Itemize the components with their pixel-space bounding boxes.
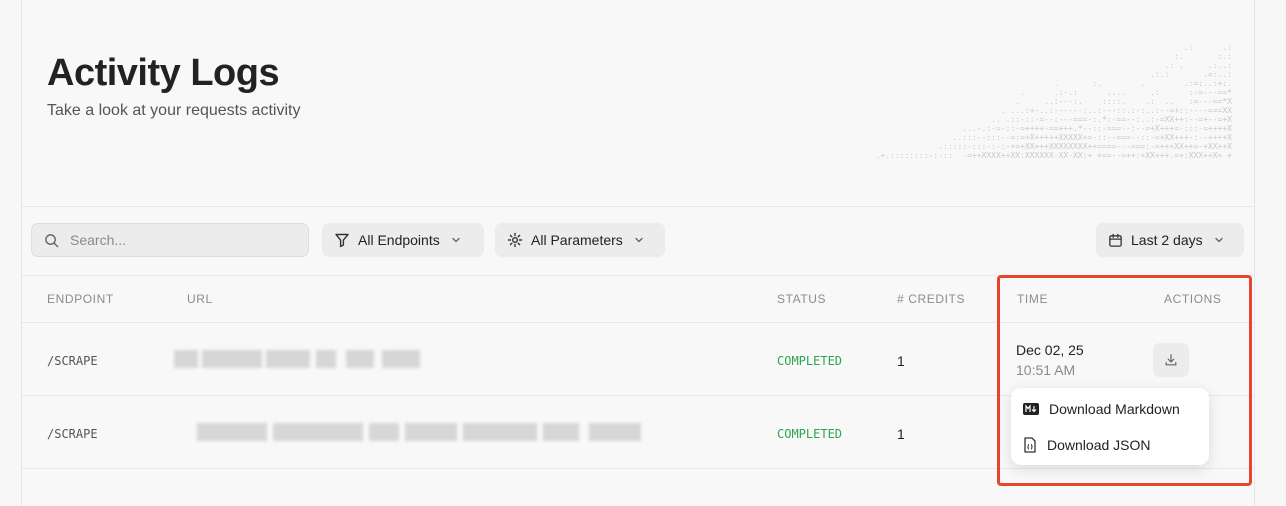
redacted-url [197,423,642,441]
column-header-status: STATUS [777,292,827,306]
chevron-down-icon [452,237,460,243]
page-title: Activity Logs [47,52,280,94]
search-input[interactable] [68,231,292,249]
parameters-filter-button[interactable]: All Parameters [495,223,665,257]
date-range-button[interactable]: Last 2 days [1096,223,1244,257]
redacted-url [174,350,424,368]
highlight-annotation-box [997,275,1252,486]
gear-icon [507,232,523,248]
column-header-endpoint: ENDPOINT [47,292,114,306]
credits-cell: 1 [897,426,905,442]
endpoint-cell: /SCRAPE [47,427,98,441]
search-icon [45,233,59,247]
date-range-label: Last 2 days [1131,232,1203,248]
parameters-filter-label: All Parameters [531,232,623,248]
search-box[interactable] [31,223,309,257]
filter-icon [335,233,349,248]
ascii-art-decoration: .: .: :. :.: .: . .:..: .:.: .=:..: .:.… [875,43,1232,160]
status-badge: COMPLETED [777,427,843,441]
status-badge: COMPLETED [777,354,843,368]
chevron-down-icon [635,237,643,243]
page-header: Activity Logs Take a look at your reques… [22,0,1254,207]
endpoints-filter-label: All Endpoints [358,232,440,248]
calendar-icon [1109,233,1122,247]
page-subtitle: Take a look at your requests activity [47,102,301,119]
filter-toolbar: All Endpoints All Parameters Last 2 days [22,207,1254,276]
column-header-url: URL [187,292,213,306]
column-header-credits: # CREDITS [897,292,966,306]
endpoint-cell: /SCRAPE [47,354,98,368]
endpoints-filter-button[interactable]: All Endpoints [322,223,484,257]
chevron-down-icon [1214,237,1223,243]
credits-cell: 1 [897,353,905,369]
